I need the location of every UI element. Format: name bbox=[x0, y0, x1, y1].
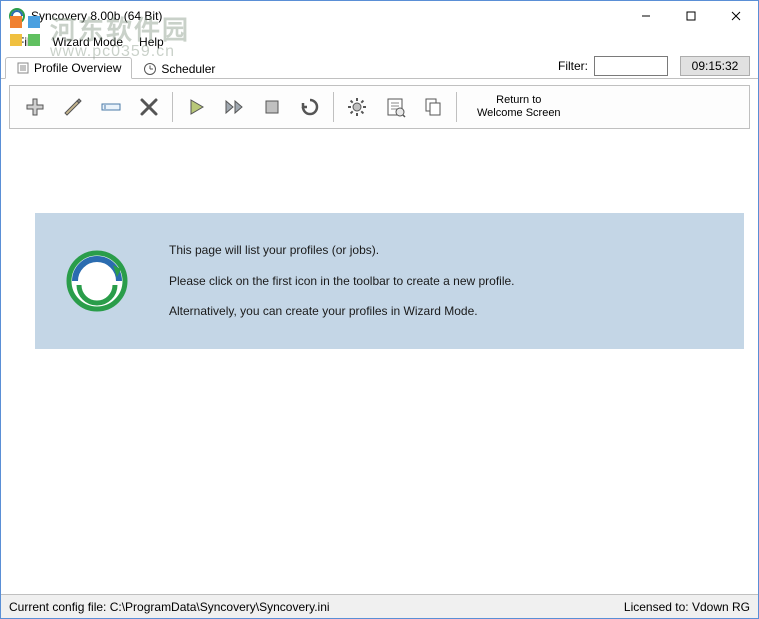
copy-button[interactable] bbox=[414, 89, 452, 125]
status-config-file: Current config file: C:\ProgramData\Sync… bbox=[9, 600, 624, 614]
info-panel: This page will list your profiles (or jo… bbox=[35, 213, 744, 349]
window-title: Syncovery 8.00b (64 Bit) bbox=[31, 9, 623, 23]
content-area: This page will list your profiles (or jo… bbox=[9, 135, 750, 592]
tab-profile-overview[interactable]: Profile Overview bbox=[5, 57, 132, 79]
minimize-button[interactable] bbox=[623, 1, 668, 31]
toolbar-separator bbox=[172, 92, 173, 122]
titlebar: Syncovery 8.00b (64 Bit) bbox=[1, 1, 758, 31]
tab-scheduler-label: Scheduler bbox=[161, 62, 215, 76]
run-attended-button[interactable] bbox=[215, 89, 253, 125]
menu-wizard-mode[interactable]: Wizard Mode bbox=[44, 33, 131, 51]
filter-input[interactable] bbox=[594, 56, 668, 76]
return-line2: Welcome Screen bbox=[477, 107, 561, 120]
menu-file[interactable]: File bbox=[9, 33, 44, 51]
rename-profile-button[interactable] bbox=[92, 89, 130, 125]
menu-help[interactable]: Help bbox=[131, 33, 172, 51]
profile-overview-icon bbox=[16, 61, 30, 75]
scheduler-icon bbox=[143, 62, 157, 76]
stop-button[interactable] bbox=[253, 89, 291, 125]
menubar: File Wizard Mode Help bbox=[1, 31, 758, 53]
run-button[interactable] bbox=[177, 89, 215, 125]
restore-button[interactable] bbox=[291, 89, 329, 125]
info-text: This page will list your profiles (or jo… bbox=[169, 242, 515, 320]
info-line2: Please click on the first icon in the to… bbox=[169, 273, 515, 290]
tab-scheduler[interactable]: Scheduler bbox=[132, 58, 226, 79]
settings-button[interactable] bbox=[338, 89, 376, 125]
close-button[interactable] bbox=[713, 1, 758, 31]
filter-area: Filter: 09:15:32 bbox=[558, 56, 758, 76]
toolbar-separator bbox=[456, 92, 457, 122]
add-profile-button[interactable] bbox=[16, 89, 54, 125]
return-welcome-button[interactable]: Return to Welcome Screen bbox=[461, 89, 577, 125]
info-line1: This page will list your profiles (or jo… bbox=[169, 242, 515, 259]
edit-profile-button[interactable] bbox=[54, 89, 92, 125]
syncovery-logo-icon bbox=[65, 249, 129, 313]
status-licensed-to: Licensed to: Vdown RG bbox=[624, 600, 750, 614]
maximize-button[interactable] bbox=[668, 1, 713, 31]
tabbar: Profile Overview Scheduler Filter: 09:15… bbox=[1, 53, 758, 79]
statusbar: Current config file: C:\ProgramData\Sync… bbox=[1, 594, 758, 618]
toolbar: Return to Welcome Screen bbox=[9, 85, 750, 129]
toolbar-separator bbox=[333, 92, 334, 122]
delete-profile-button[interactable] bbox=[130, 89, 168, 125]
filter-label: Filter: bbox=[558, 59, 588, 73]
tab-profile-overview-label: Profile Overview bbox=[34, 61, 121, 75]
info-line3: Alternatively, you can create your profi… bbox=[169, 303, 515, 320]
app-icon bbox=[9, 8, 25, 24]
clock: 09:15:32 bbox=[680, 56, 750, 76]
log-button[interactable] bbox=[376, 89, 414, 125]
return-line1: Return to bbox=[496, 94, 541, 107]
window-controls bbox=[623, 1, 758, 31]
